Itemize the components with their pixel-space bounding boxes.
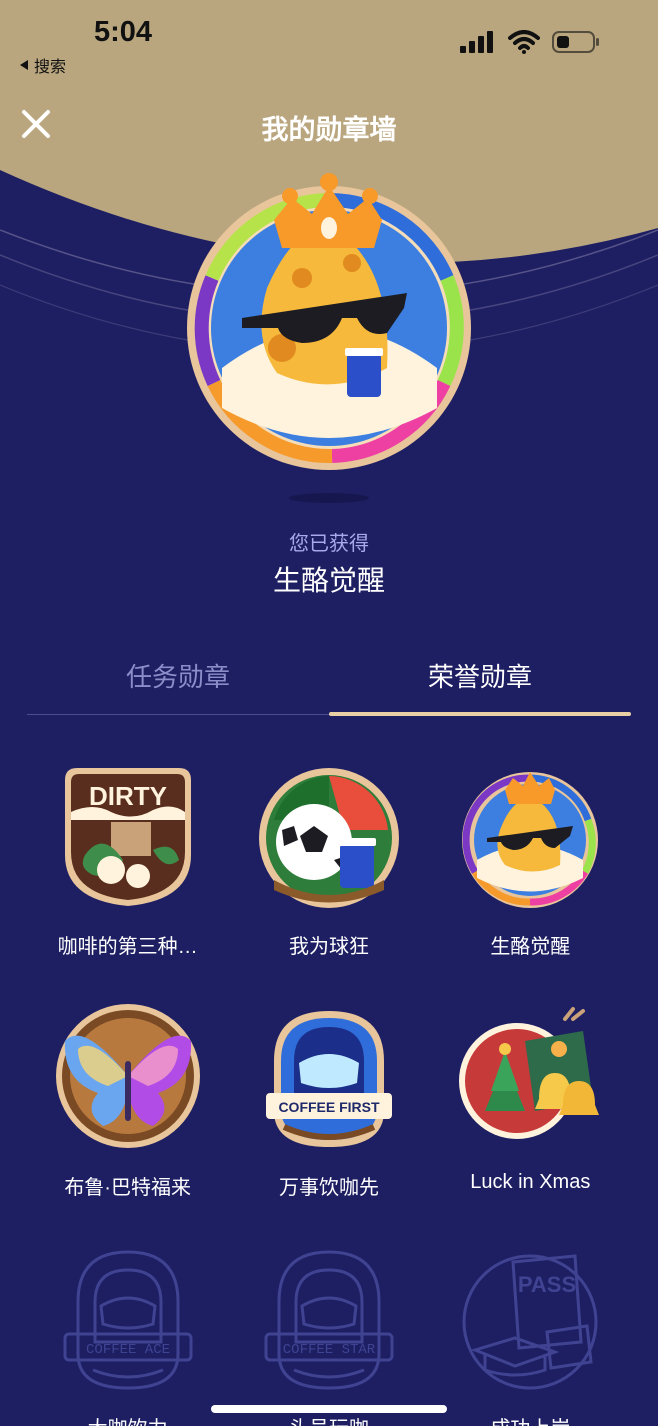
badge-item[interactable]: 布鲁·巴特福来 [27, 1001, 228, 1200]
hero-cheese-badge-icon [187, 173, 471, 503]
page-title: 我的勋章墙 [261, 115, 397, 145]
badge-name: 布鲁·巴特福来 [64, 1177, 191, 1199]
pass-text: PASS [518, 1272, 576, 1297]
badge-name: 成功上岸 [435, 1412, 625, 1426]
badge-item[interactable]: COFFEE FIRST 万事饮咖先 [228, 1001, 429, 1200]
coffee-ace-badge-icon: COFFEE ACE [63, 1250, 193, 1390]
back-label: 搜索 [34, 59, 67, 76]
dirty-coffee-badge-icon: DIRTY [64, 768, 191, 906]
badge-name: 生酪觉醒 [490, 936, 571, 958]
badge-name: 我为球狂 [288, 936, 369, 958]
badge-item[interactable]: 生酪觉醒 [430, 760, 631, 959]
badge-item[interactable]: COFFEE ACE 大咖饮力 [27, 1242, 228, 1426]
cellular-signal-icon [460, 31, 493, 53]
badge-name: 头号玩咖 [234, 1412, 424, 1426]
badge-name: Luck in Xmas [470, 1171, 591, 1193]
dirty-text: DIRTY [89, 781, 167, 811]
coffee-star-badge-icon: COFFEE STAR [264, 1250, 394, 1390]
coffee-ace-text: COFFEE ACE [86, 1342, 170, 1358]
badge-name: 咖啡的第三种… [57, 936, 198, 958]
badge-tabs: 任务勋章 荣誉勋章 [27, 655, 631, 716]
battery-icon [552, 31, 599, 53]
badge-item[interactable]: COFFEE STAR 头号玩咖 [228, 1242, 429, 1426]
soccer-badge-icon [258, 768, 399, 908]
back-to-search[interactable]: 搜索 [18, 53, 66, 77]
badge-item[interactable]: PASS 成功上岸 [430, 1242, 631, 1426]
earned-label: 您已获得 [289, 533, 369, 555]
badge-name: 万事饮咖先 [278, 1177, 379, 1199]
badge-item[interactable]: Luck in Xmas [430, 1001, 631, 1200]
badge-name: 大咖饮力 [33, 1412, 223, 1426]
cheese-sunglasses-badge-icon [462, 772, 599, 908]
badge-grid: DIRTY 咖啡的第三种… 我为球狂 生酪觉醒 布鲁·巴特福来 COFFEE F… [27, 760, 631, 1426]
butterfly-badge-icon [55, 1004, 200, 1148]
tab-honor-badges[interactable]: 荣誉勋章 [329, 655, 631, 716]
badge-item[interactable]: DIRTY 咖啡的第三种… [27, 760, 228, 959]
home-indicator[interactable] [211, 1405, 447, 1413]
coffee-first-text: COFFEE FIRST [278, 1099, 380, 1115]
wifi-icon [508, 30, 540, 54]
status-time: 5:04 [94, 16, 153, 48]
badge-item[interactable]: 我为球狂 [228, 760, 429, 959]
tab-task-badges[interactable]: 任务勋章 [27, 655, 329, 714]
earned-badge-name: 生酪觉醒 [272, 565, 385, 596]
xmas-bells-badge-icon [459, 1007, 600, 1139]
back-triangle-icon [20, 60, 28, 70]
coffee-star-text: COFFEE STAR [283, 1342, 376, 1358]
pass-badge-icon: PASS [462, 1254, 598, 1390]
coffee-first-badge-icon: COFFEE FIRST [265, 1011, 392, 1147]
status-icons [460, 30, 600, 54]
